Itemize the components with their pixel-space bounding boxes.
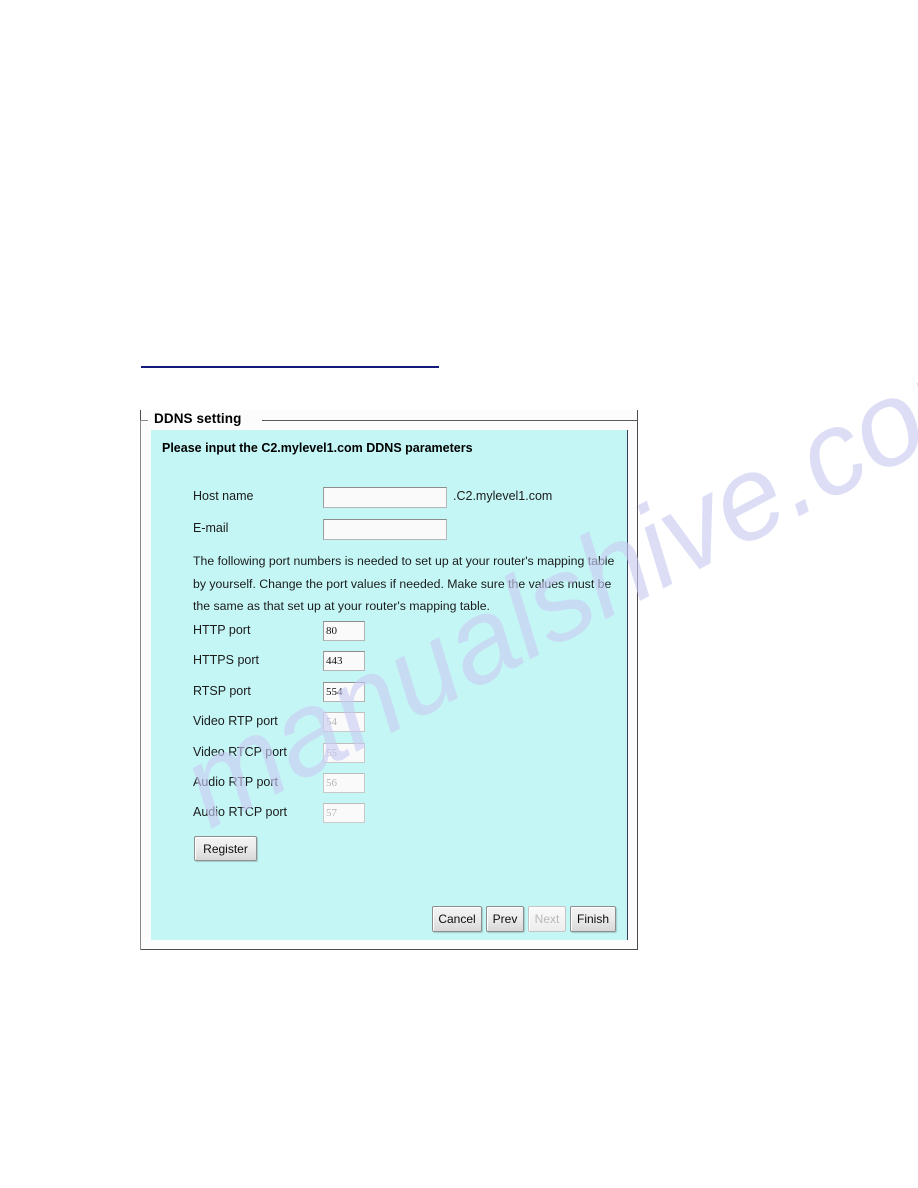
video-rtcp-port-label: Video RTCP port	[193, 745, 287, 759]
audio-rtcp-port-input	[323, 803, 365, 823]
email-input[interactable]	[323, 519, 447, 540]
http-port-input[interactable]	[323, 621, 365, 641]
http-port-label: HTTP port	[193, 623, 251, 637]
port-note-line-2: by yourself. Change the port values if n…	[193, 576, 612, 591]
cancel-button[interactable]: Cancel	[432, 906, 482, 932]
host-name-label: Host name	[193, 489, 254, 503]
panel-heading: Please input the C2.mylevel1.com DDNS pa…	[162, 441, 473, 455]
audio-rtcp-port-label: Audio RTCP port	[193, 805, 288, 819]
host-name-domain-suffix: .C2.mylevel1.com	[453, 489, 553, 503]
finish-button[interactable]: Finish	[570, 906, 616, 932]
register-button[interactable]: Register	[194, 836, 257, 861]
https-port-input[interactable]	[323, 651, 365, 671]
port-note-paragraph: The following port numbers is needed to …	[193, 550, 615, 618]
port-note-line-3: the same as that set up at your router's…	[193, 599, 490, 613]
video-rtp-port-input	[323, 712, 365, 732]
email-label: E-mail	[193, 521, 229, 535]
rtsp-port-input[interactable]	[323, 682, 365, 702]
prev-button[interactable]: Prev	[486, 906, 524, 932]
horizontal-rule	[141, 366, 439, 368]
port-note-line-1: The following port numbers is needed to …	[193, 554, 615, 568]
audio-rtp-port-label: Audio RTP port	[193, 775, 279, 789]
audio-rtp-port-input	[323, 773, 365, 793]
rtsp-port-label: RTSP port	[193, 684, 251, 698]
next-button: Next	[528, 906, 566, 932]
ddns-settings-panel: Please input the C2.mylevel1.com DDNS pa…	[151, 430, 628, 940]
video-rtp-port-label: Video RTP port	[193, 714, 278, 728]
host-name-input[interactable]	[323, 487, 447, 508]
https-port-label: HTTPS port	[193, 653, 259, 667]
video-rtcp-port-input	[323, 743, 365, 763]
